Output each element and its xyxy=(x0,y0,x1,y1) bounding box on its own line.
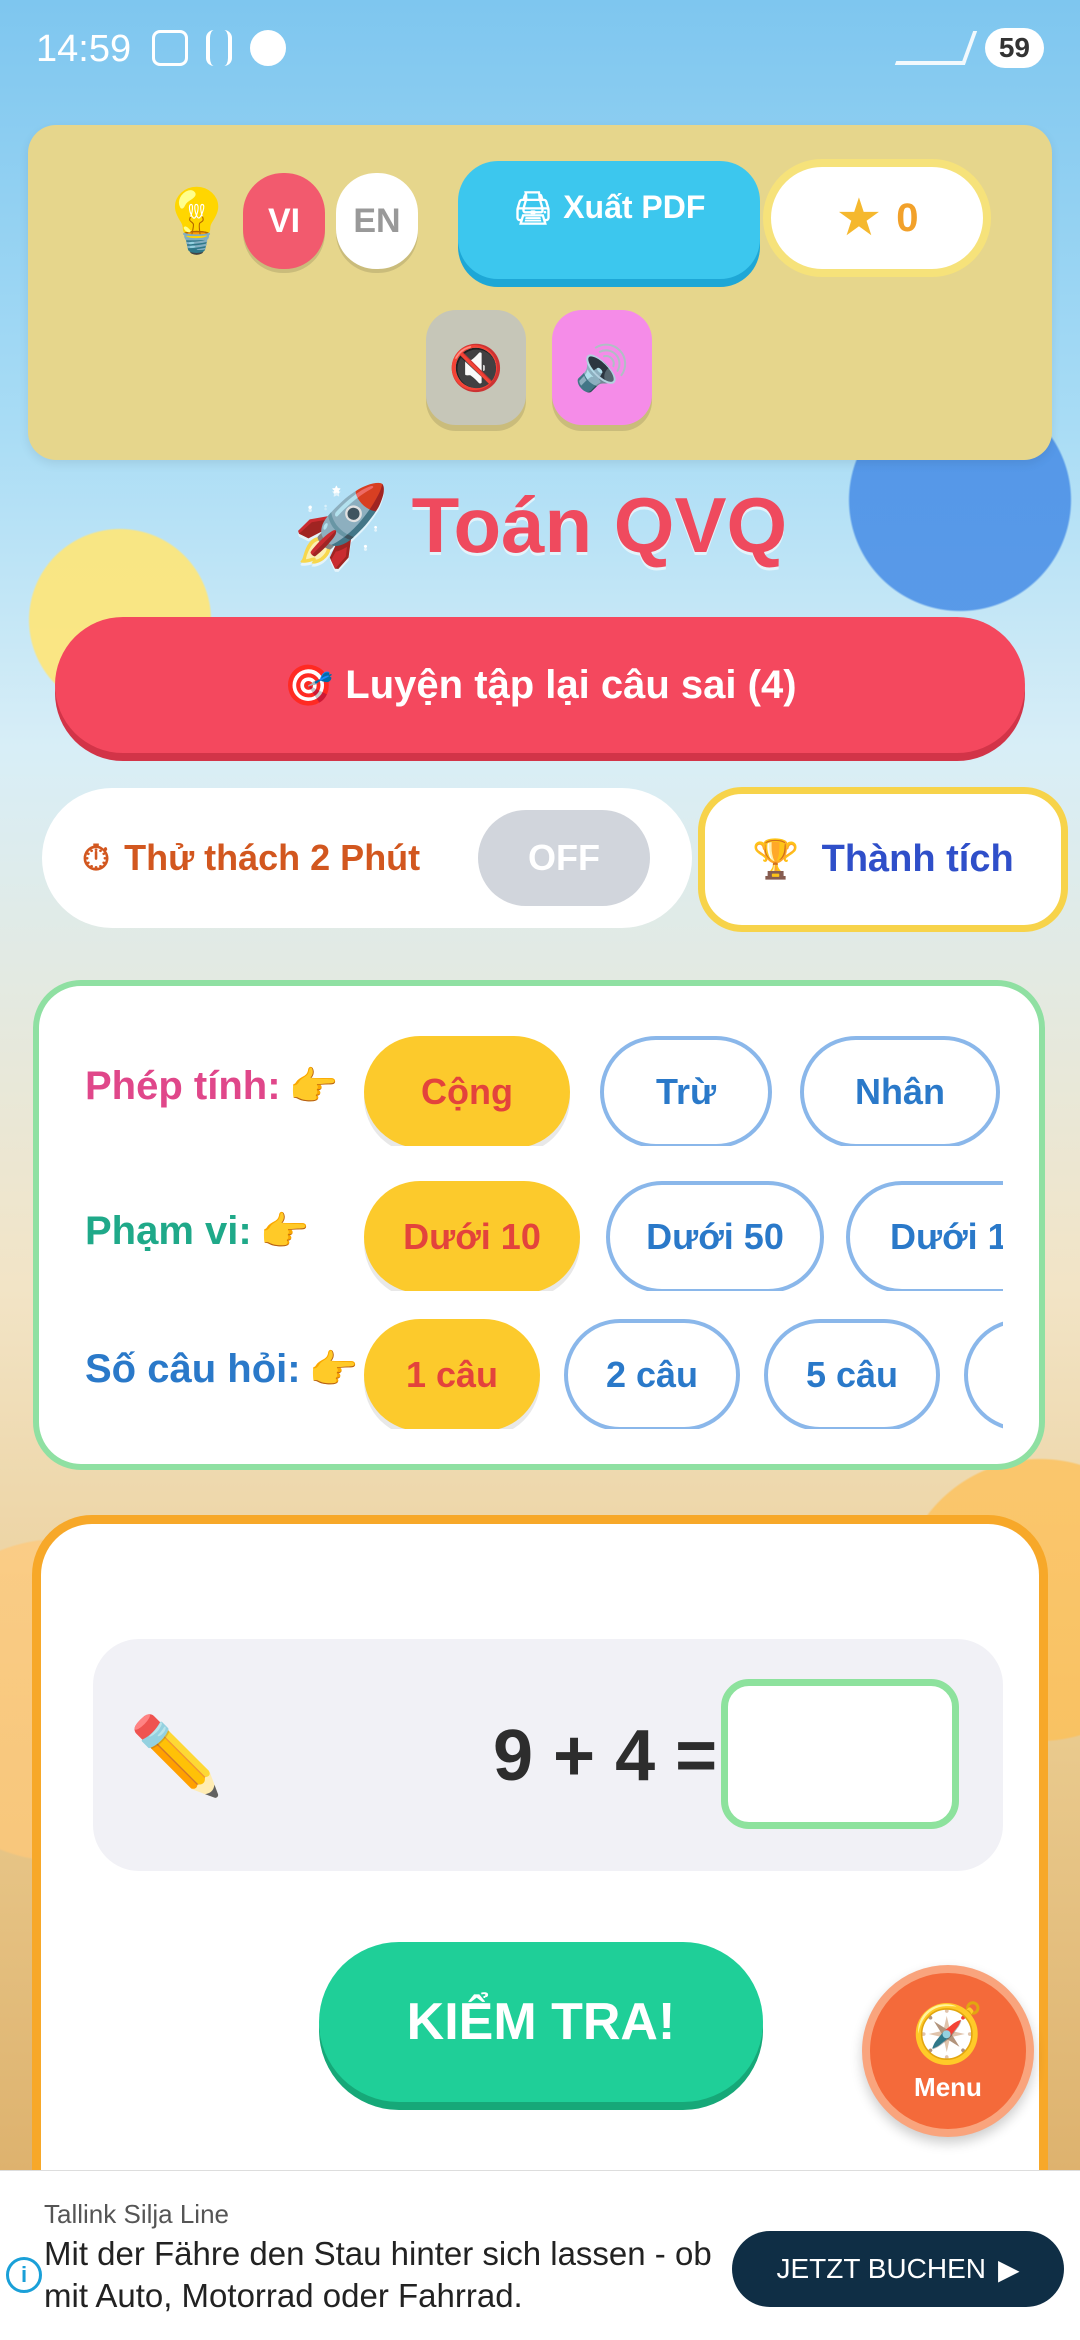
question-box: ✏️ 9 + 4 = xyxy=(93,1639,1003,1871)
options-panel: Phép tính: 👉 Cộng Trừ Nhân Phạm vi: 👉 Dư… xyxy=(33,980,1045,1470)
pointing-hand-icon: 👉 xyxy=(288,1064,339,1109)
printer-icon: 🖨 xyxy=(512,190,554,226)
menu-button[interactable]: 🧭 Menu xyxy=(862,1965,1034,2137)
ad-banner[interactable]: i Tallink Silja Line Mit der Fähre den S… xyxy=(0,2170,1080,2340)
question-expression: 9 + 4 = xyxy=(493,1716,718,1796)
range-label: Phạm vi: xyxy=(85,1208,252,1253)
answer-input[interactable] xyxy=(721,1679,959,1829)
pencil-icon: ✏️ xyxy=(129,1714,224,1799)
ad-brand: Tallink Silja Line xyxy=(44,2199,229,2229)
battery-indicator: 59 xyxy=(984,28,1044,68)
voice-icon xyxy=(206,30,232,66)
count-chips: 1 câu 2 câu 5 câu xyxy=(364,1309,1003,1429)
menu-label: Menu xyxy=(914,2071,982,2102)
app-title: 🚀 Toán QVQ xyxy=(0,480,1080,572)
screenshot-icon xyxy=(152,30,188,66)
language-en-button[interactable]: EN xyxy=(336,173,418,269)
range-row: Phạm vi: 👉 Dưới 10 Dưới 50 Dưới 10 xyxy=(39,1171,1039,1291)
count-2-chip[interactable]: 2 câu xyxy=(564,1319,740,1429)
range-under-100-chip[interactable]: Dưới 10 xyxy=(846,1181,1003,1291)
count-more-chip[interactable] xyxy=(964,1319,1003,1429)
ad-cta-button[interactable]: JETZT BUCHEN ▶ xyxy=(732,2231,1064,2307)
check-button[interactable]: KIỂM TRA! xyxy=(319,1942,763,2102)
speaker-icon: 🔊 xyxy=(574,343,630,393)
trophy-icon: 🏆 xyxy=(752,838,800,881)
stopwatch-icon: ⏱ xyxy=(82,836,111,878)
sound-button[interactable]: 🔊 xyxy=(552,310,652,425)
pointing-hand-icon: 👉 xyxy=(308,1347,359,1392)
question-card: ✏️ 9 + 4 = KIỂM TRA! xyxy=(32,1515,1048,2275)
mute-button[interactable]: 🔇 xyxy=(426,310,526,425)
range-under-10-chip[interactable]: Dưới 10 xyxy=(364,1181,580,1291)
target-icon: 🎯 xyxy=(283,663,334,708)
compass-icon: 🧭 xyxy=(911,2000,985,2066)
achievements-button[interactable]: 🏆 Thành tích xyxy=(698,787,1068,932)
star-icon: ★ xyxy=(835,189,883,247)
operation-chips: Cộng Trừ Nhân xyxy=(364,1026,1003,1146)
app-title-text: Toán QVQ xyxy=(411,481,788,569)
achievements-label: Thành tích xyxy=(821,838,1014,880)
retry-wrong-label: Luyện tập lại câu sai (4) xyxy=(345,662,797,707)
operation-multiply-chip[interactable]: Nhân xyxy=(800,1036,1000,1146)
retry-wrong-button[interactable]: 🎯 Luyện tập lại câu sai (4) xyxy=(55,617,1025,753)
export-pdf-button[interactable]: 🖨 Xuất PDF xyxy=(458,161,760,279)
stars-count: 0 xyxy=(896,195,919,240)
status-time: 14:59 xyxy=(36,28,132,70)
info-icon[interactable]: i xyxy=(6,2257,42,2293)
top-toolbar: 💡 VI EN 🖨 Xuất PDF ★ 0 🔇 🔊 xyxy=(28,125,1052,460)
range-under-50-chip[interactable]: Dưới 50 xyxy=(606,1181,824,1291)
operation-row: Phép tính: 👉 Cộng Trừ Nhân xyxy=(39,1026,1039,1146)
signal-icon xyxy=(894,31,978,65)
count-1-chip[interactable]: 1 câu xyxy=(364,1319,540,1429)
operation-add-chip[interactable]: Cộng xyxy=(364,1036,570,1146)
muted-speaker-icon: 🔇 xyxy=(448,343,504,393)
stars-counter[interactable]: ★ 0 xyxy=(763,159,991,277)
pointing-hand-icon: 👉 xyxy=(259,1209,310,1254)
count-label: Số câu hỏi: xyxy=(85,1346,301,1391)
status-bar: 14:59 59 xyxy=(0,0,1080,100)
ad-text: Mit der Fähre den Stau hinter sich lasse… xyxy=(44,2235,712,2314)
challenge-label: Thử thách 2 Phút xyxy=(124,837,421,878)
challenge-toggle[interactable]: OFF xyxy=(478,810,650,906)
language-vi-button[interactable]: VI xyxy=(243,173,325,269)
operation-label: Phép tính: xyxy=(85,1063,281,1108)
rocket-icon: 🚀 xyxy=(292,481,390,569)
export-pdf-label: Xuất PDF xyxy=(563,189,706,225)
facebook-icon xyxy=(250,30,286,66)
count-row: Số câu hỏi: 👉 1 câu 2 câu 5 câu xyxy=(39,1309,1039,1429)
count-5-chip[interactable]: 5 câu xyxy=(764,1319,940,1429)
lightbulb-icon[interactable]: 💡 xyxy=(158,185,235,258)
challenge-row: ⏱ Thử thách 2 Phút OFF xyxy=(42,788,692,928)
play-arrow-icon: ▶ xyxy=(997,2253,1020,2285)
range-chips: Dưới 10 Dưới 50 Dưới 10 xyxy=(364,1171,1003,1291)
operation-subtract-chip[interactable]: Trừ xyxy=(600,1036,772,1146)
ad-cta-label: JETZT BUCHEN xyxy=(776,2253,986,2284)
